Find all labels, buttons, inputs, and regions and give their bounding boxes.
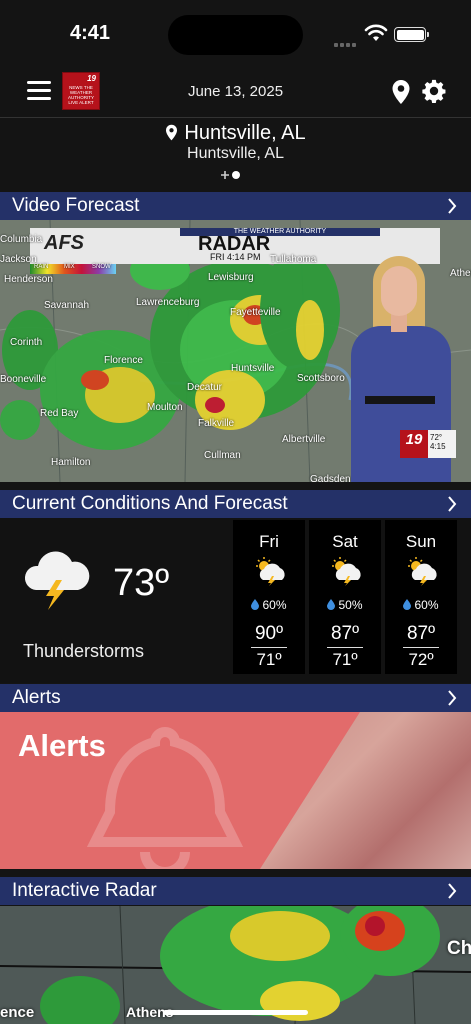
interactive-radar-header[interactable]: Interactive Radar bbox=[0, 877, 471, 905]
map-label: Florence bbox=[104, 355, 143, 366]
video-forecast-title: Video Forecast bbox=[12, 195, 140, 216]
map-label: Hamilton bbox=[51, 457, 91, 468]
alerts-header[interactable]: Alerts bbox=[0, 684, 471, 712]
map-label: ence bbox=[0, 1004, 35, 1021]
forecast-high: 87º bbox=[406, 623, 436, 644]
map-label: Decatur bbox=[187, 382, 223, 393]
raindrop-icon bbox=[251, 599, 260, 610]
forecast-day: Sun 60% 87º 72º bbox=[385, 520, 457, 674]
interactive-radar-title: Interactive Radar bbox=[12, 880, 157, 901]
current-conditions-title: Current Conditions And Forecast bbox=[12, 493, 288, 514]
forecast-low: 71º bbox=[332, 650, 358, 669]
precip-legend: RAIN MIX SNOW bbox=[30, 264, 116, 274]
location-selector[interactable]: Huntsville, AL Huntsville, AL bbox=[0, 118, 471, 192]
forecast-day-name: Fri bbox=[259, 532, 279, 551]
station-bug-temp: 72° bbox=[430, 433, 443, 442]
location-primary: Huntsville, AL bbox=[0, 122, 471, 145]
current-temperature: 73º bbox=[113, 562, 170, 604]
alerts-person-phone-image bbox=[260, 712, 471, 869]
forecast-day: Fri 60% 90º 71º bbox=[233, 520, 305, 674]
thunderstorm-sun-icon bbox=[332, 557, 361, 586]
forecast-precip: 60% bbox=[414, 598, 439, 612]
forecast-day: Sat 50% 87º 71º bbox=[309, 520, 381, 674]
thunderstorm-sun-icon bbox=[256, 557, 285, 586]
station-bug: 19 72° 4:15 bbox=[400, 430, 456, 458]
current-condition: Thunderstorms bbox=[23, 641, 145, 661]
raindrop-icon bbox=[403, 599, 412, 610]
map-label: Scottsboro bbox=[297, 373, 345, 384]
thunderstorm-sun-icon bbox=[408, 557, 437, 586]
map-label: Albertville bbox=[282, 434, 326, 445]
legend-mix: MIX bbox=[64, 264, 75, 270]
page-indicator-icon[interactable] bbox=[219, 167, 243, 183]
cellular-signal-icon bbox=[334, 34, 358, 52]
video-forecast-header[interactable]: Video Forecast bbox=[0, 192, 471, 220]
map-label: Cullman bbox=[204, 450, 241, 461]
chevron-right-icon bbox=[448, 883, 457, 899]
map-label: Jackson bbox=[0, 254, 37, 265]
afs-logo: AFS bbox=[44, 232, 84, 254]
alerts-bar-title: Alerts bbox=[12, 687, 61, 708]
location-pin-small-icon bbox=[166, 124, 178, 141]
map-label: Huntsville bbox=[231, 363, 275, 374]
forecast-high: 90º bbox=[254, 623, 284, 644]
map-label: Moulton bbox=[147, 402, 183, 413]
map-label: Lewisburg bbox=[208, 272, 254, 283]
forecast-day-name: Sun bbox=[405, 532, 437, 551]
radar-map-image bbox=[0, 906, 471, 1024]
logo-number: 19 bbox=[87, 74, 96, 83]
raindrop-icon bbox=[327, 599, 336, 610]
map-label: Henderson bbox=[4, 274, 53, 285]
app-header: 19 NEWS THE WEATHER AUTHORITY LIVE ALERT… bbox=[0, 66, 471, 118]
map-label: Fayetteville bbox=[230, 307, 281, 318]
map-label: Lawrenceburg bbox=[136, 297, 200, 308]
alerts-card-title: Alerts bbox=[18, 728, 106, 763]
station-bug-time: 4:15 bbox=[430, 442, 446, 451]
location-pin-icon[interactable] bbox=[391, 79, 411, 105]
forecast-precip: 60% bbox=[262, 598, 287, 612]
alerts-card[interactable]: Alerts bbox=[0, 712, 471, 869]
dynamic-island bbox=[168, 15, 303, 55]
status-bar: 4:41 bbox=[0, 0, 471, 66]
map-label: Tullahoma bbox=[270, 254, 317, 265]
legend-snow: SNOW bbox=[92, 264, 111, 270]
forecast-high: 87º bbox=[330, 623, 360, 644]
chevron-right-icon bbox=[448, 198, 457, 214]
wifi-icon bbox=[364, 24, 388, 41]
forecast-low: 72º bbox=[408, 650, 434, 669]
home-indicator[interactable] bbox=[163, 1010, 308, 1015]
map-label: Ch bbox=[447, 938, 471, 959]
video-forecast-thumbnail[interactable]: THE WEATHER AUTHORITY AFS RADAR FRI 4:14… bbox=[0, 220, 471, 482]
battery-icon bbox=[394, 27, 429, 42]
forecast-low: 71º bbox=[256, 650, 282, 669]
location-primary-text: Huntsville, AL bbox=[184, 122, 306, 144]
forecast-day-name: Sat bbox=[332, 532, 358, 551]
current-conditions-header[interactable]: Current Conditions And Forecast bbox=[0, 490, 471, 518]
chevron-right-icon bbox=[448, 496, 457, 512]
map-label: Corinth bbox=[10, 337, 43, 348]
radar-banner-time: FRI 4:14 PM bbox=[210, 252, 261, 262]
chevron-right-icon bbox=[448, 690, 457, 706]
map-label: Red Bay bbox=[40, 408, 79, 419]
map-label: Columbia bbox=[0, 234, 43, 245]
map-label: Savannah bbox=[44, 300, 90, 311]
map-label: Falkville bbox=[198, 418, 235, 429]
current-conditions-card[interactable]: 73º Thunderstorms Fri 60% 90º 71º Sat 50… bbox=[0, 518, 471, 683]
status-time: 4:41 bbox=[70, 22, 111, 44]
location-secondary: Huntsville, AL bbox=[187, 145, 284, 162]
map-label: Booneville bbox=[0, 374, 47, 385]
settings-gear-icon[interactable] bbox=[422, 79, 446, 103]
station-bug-number: 19 bbox=[400, 430, 428, 458]
forecast-precip: 50% bbox=[338, 598, 363, 612]
thunderstorm-icon bbox=[24, 551, 90, 610]
interactive-radar-map[interactable]: ence Athens Ch bbox=[0, 906, 471, 1024]
